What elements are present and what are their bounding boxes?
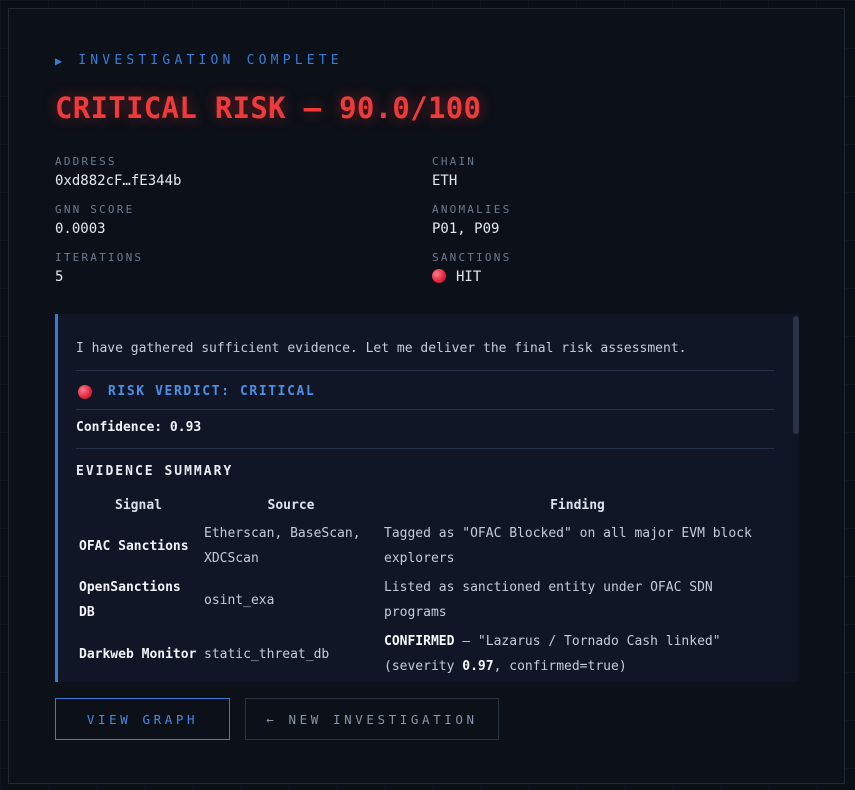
status-line: ▶ INVESTIGATION COMPLETE [55, 53, 343, 68]
meta-address: ADDRESS 0xd882cF…fE344b [55, 155, 181, 189]
meta-anomalies: ANOMALIES P01, P09 [432, 203, 511, 237]
column-header-source: Source [267, 498, 315, 513]
panel-scrollbar[interactable] [793, 314, 799, 682]
finding-cell: Tagged as "OFAC Blocked" on all major EV… [384, 526, 752, 566]
evidence-summary-title: EVIDENCE SUMMARY [76, 464, 234, 479]
signal-cell: Darkweb Monitor [79, 646, 197, 662]
play-triangle-icon: ▶ [55, 53, 63, 68]
column-header-signal: Signal [115, 498, 162, 513]
meta-label: ADDRESS [55, 155, 117, 168]
source-cell: Etherscan, BaseScan, XDCScan [204, 526, 361, 566]
sanctions-status: HIT [456, 269, 482, 285]
red-circle-icon [78, 384, 92, 399]
gnn-score-value: 0.0003 [55, 221, 106, 237]
confidence-label: Confidence: [76, 420, 163, 435]
verdict-text: RISK VERDICT: CRITICAL [108, 384, 316, 399]
meta-label: CHAIN [432, 155, 477, 168]
risk-verdict: RISK VERDICT: CRITICAL [78, 384, 315, 399]
meta-label: ITERATIONS [55, 251, 144, 264]
sanctions-value: HIT [432, 269, 511, 285]
evidence-table: Signal Source Finding OFAC Sanctions Eth… [76, 494, 774, 681]
confirmed-strong: CONFIRMED [384, 634, 455, 649]
red-circle-icon [432, 269, 446, 283]
risk-headline: CRITICAL RISK — 90.0/100 [55, 91, 482, 125]
divider [76, 370, 774, 371]
table-header-row: Signal Source Finding [76, 494, 774, 519]
meta-iterations: ITERATIONS 5 [55, 251, 143, 285]
finding-cell: CONFIRMED — "Lazarus / Tornado Cash link… [381, 627, 774, 681]
report-intro: I have gathered sufficient evidence. Let… [76, 341, 687, 356]
meta-label: ANOMALIES [432, 203, 512, 216]
result-card: ▶ INVESTIGATION COMPLETE CRITICAL RISK —… [8, 8, 845, 784]
chain-value: ETH [432, 173, 458, 189]
divider [76, 409, 774, 410]
finding-text: , confirmed=true) [493, 659, 627, 674]
table-row: Darkweb Monitor static_threat_db CONFIRM… [76, 627, 774, 681]
meta-chain: CHAIN ETH [432, 155, 476, 189]
finding-cell: Listed as sanctioned entity under OFAC S… [384, 580, 713, 620]
iterations-value: 5 [55, 269, 64, 285]
meta-label: GNN SCORE [55, 203, 135, 216]
scrollbar-thumb[interactable] [793, 316, 799, 434]
signal-cell: OpenSanctions DB [79, 580, 181, 620]
report-panel[interactable]: I have gathered sufficient evidence. Let… [55, 314, 799, 682]
new-investigation-button[interactable]: ← NEW INVESTIGATION [245, 698, 499, 740]
severity-value: 0.97 [462, 659, 494, 674]
address-value: 0xd882cF…fE344b [55, 173, 182, 189]
status-label: INVESTIGATION COMPLETE [78, 53, 343, 68]
meta-sanctions: SANCTIONS HIT [432, 251, 511, 285]
source-cell: static_threat_db [204, 646, 330, 662]
confidence-value: 0.93 [169, 420, 202, 435]
confidence: Confidence: 0.93 [76, 420, 201, 435]
source-cell: osint_exa [204, 592, 275, 608]
meta-label: SANCTIONS [432, 251, 512, 264]
divider [76, 448, 774, 449]
view-graph-button[interactable]: VIEW GRAPH [55, 698, 230, 740]
table-row: OFAC Sanctions Etherscan, BaseScan, XDCS… [76, 519, 774, 573]
anomalies-value: P01, P09 [432, 221, 500, 237]
meta-gnn-score: GNN SCORE 0.0003 [55, 203, 134, 237]
column-header-finding: Finding [550, 498, 605, 513]
table-row: OpenSanctions DB osint_exa Listed as san… [76, 573, 774, 627]
signal-cell: OFAC Sanctions [79, 538, 189, 554]
